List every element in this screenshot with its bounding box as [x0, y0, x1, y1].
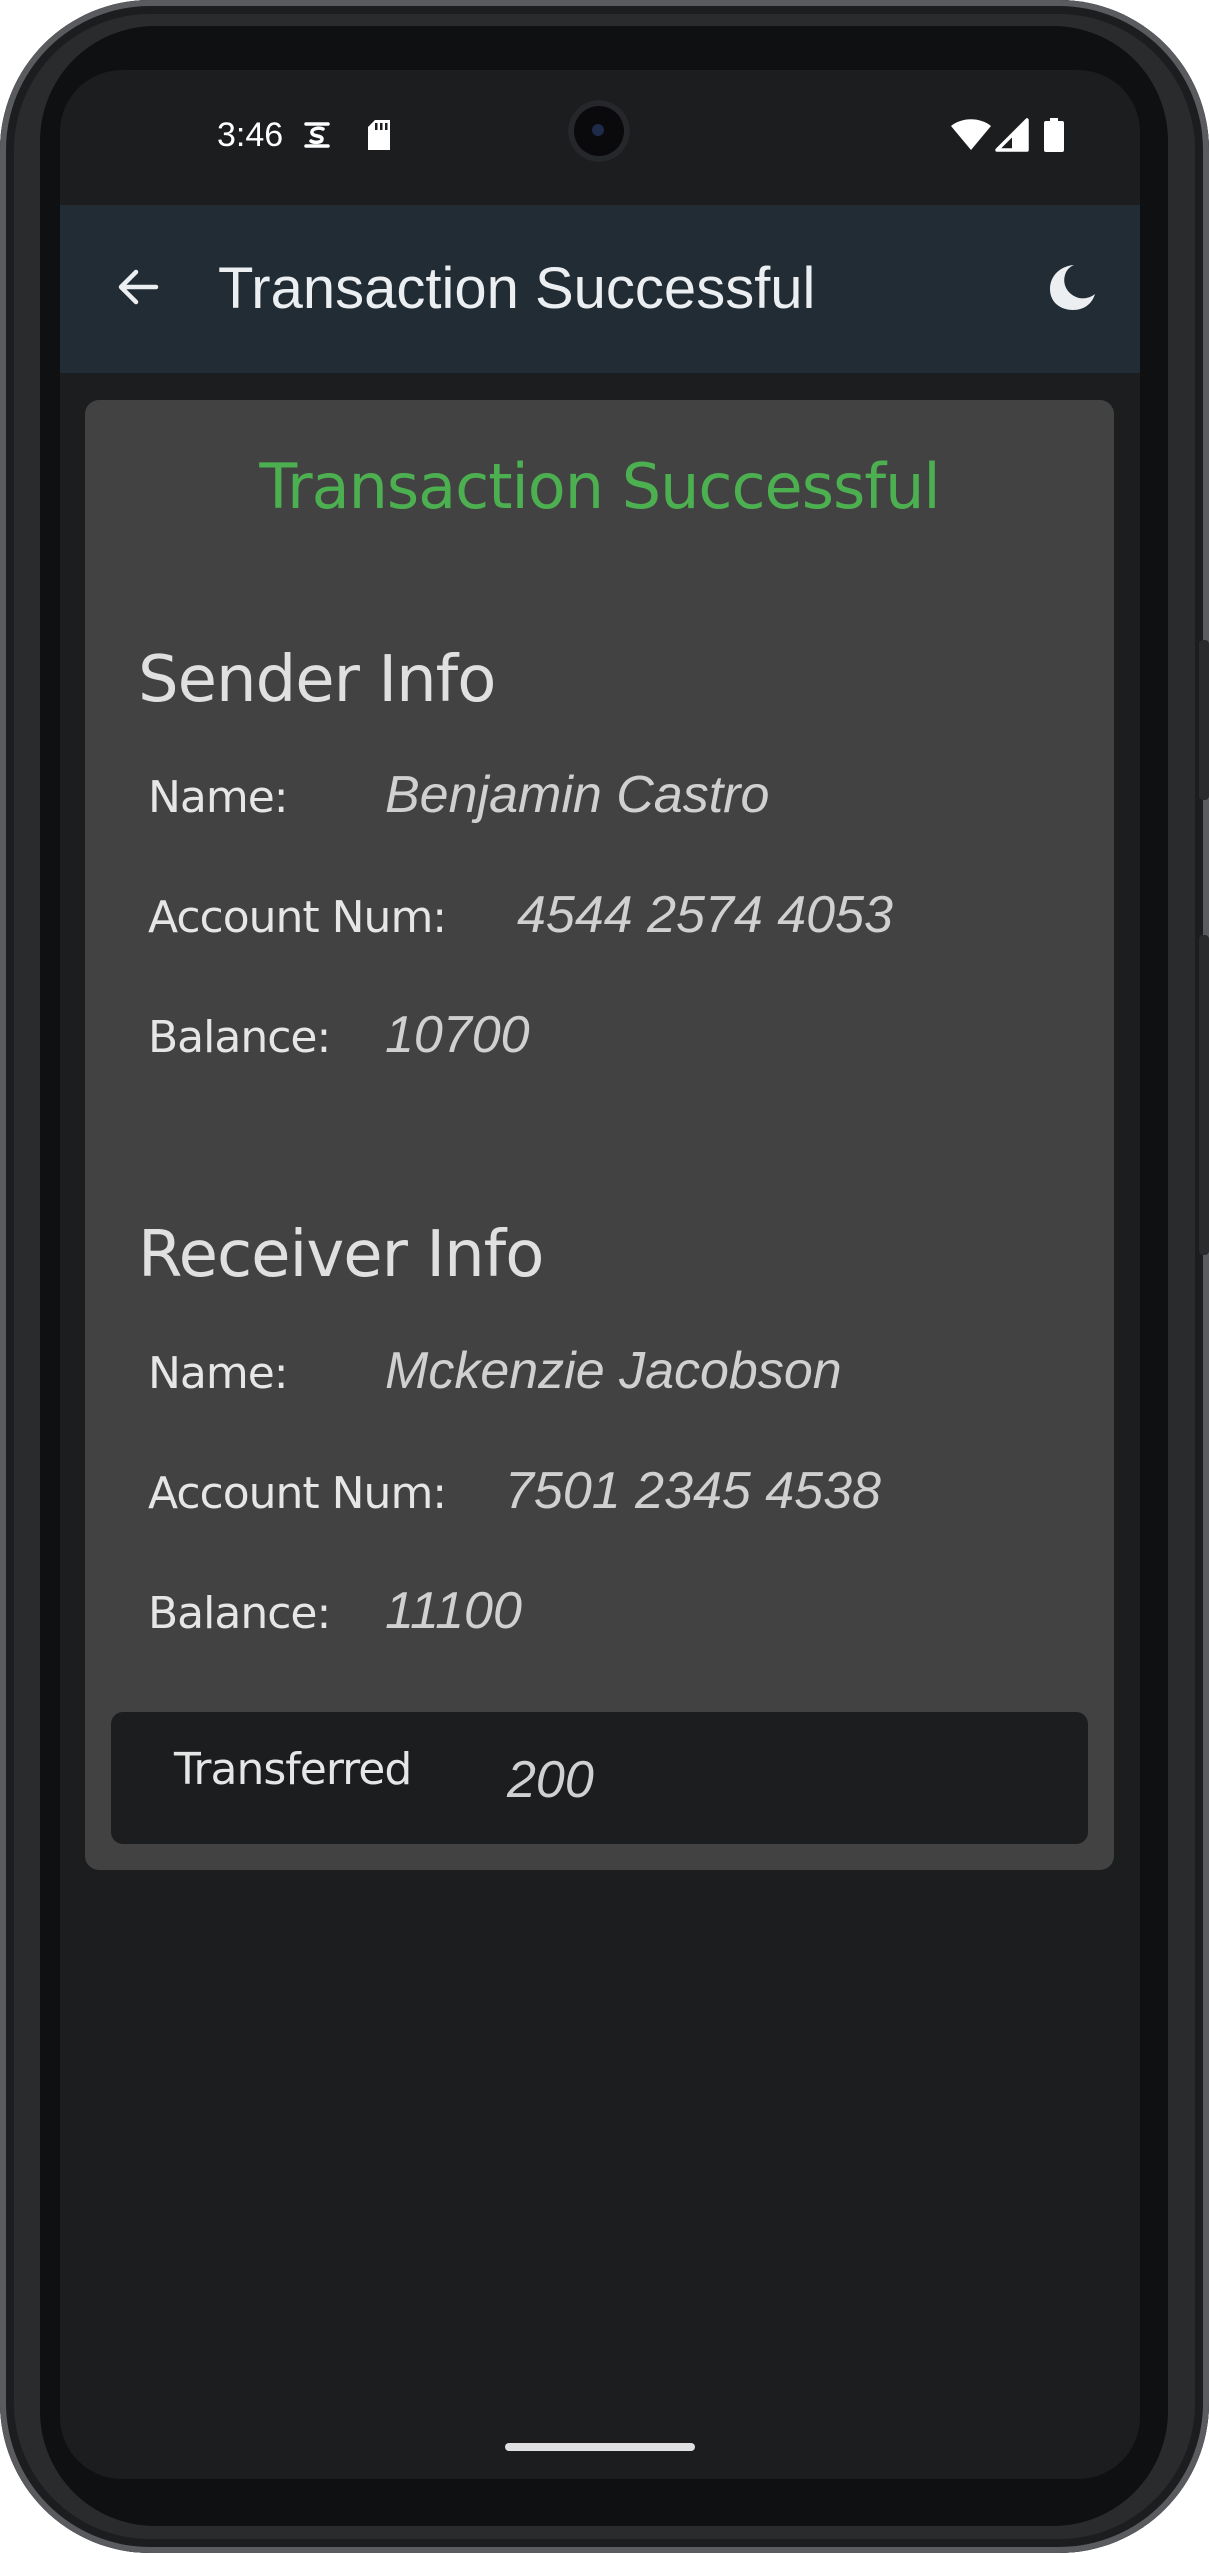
sim-toolkit-icon	[302, 118, 332, 152]
sd-card-icon	[366, 118, 392, 152]
receiver-name-value: Mckenzie Jacobson	[385, 1342, 842, 1400]
arrow-left-icon	[114, 263, 162, 316]
home-gesture-bar[interactable]	[505, 2443, 695, 2451]
sender-account-label: Account Num:	[148, 892, 447, 943]
status-bar: 3:46	[60, 70, 1140, 205]
sender-name-value: Benjamin Castro	[385, 766, 770, 824]
status-time: 3:46	[217, 116, 284, 154]
receiver-section-title: Receiver Info	[138, 1218, 544, 1292]
transferred-value: 200	[507, 1751, 594, 1809]
sender-name-label: Name:	[148, 772, 289, 823]
receiver-account-value: 7501 2345 4538	[505, 1462, 881, 1520]
transaction-status-heading: Transaction Successful	[259, 450, 940, 523]
receiver-account-label: Account Num:	[148, 1468, 447, 1519]
receiver-name-label: Name:	[148, 1348, 289, 1399]
sender-account-value: 4544 2574 4053	[517, 886, 893, 944]
moon-icon	[1046, 261, 1098, 318]
volume-button	[1199, 935, 1209, 1255]
sender-balance-value: 10700	[385, 1006, 530, 1064]
transaction-card: Transaction Successful Sender Info Name:…	[85, 400, 1114, 1870]
transferred-amount-box: Transferred 200	[111, 1712, 1088, 1844]
sender-balance-label: Balance:	[148, 1012, 331, 1063]
transferred-label: Transferred	[174, 1744, 412, 1795]
screen: 3:46 Transaction Successful Transaction …	[60, 70, 1140, 2479]
app-bar: Transaction Successful	[60, 205, 1140, 373]
phone-frame: 3:46 Transaction Successful Transaction …	[0, 0, 1209, 2553]
back-button[interactable]	[98, 249, 178, 329]
receiver-balance-value: 11100	[385, 1582, 522, 1640]
cellular-signal-icon	[995, 118, 1029, 152]
sender-section-title: Sender Info	[138, 643, 496, 717]
battery-icon	[1043, 118, 1065, 152]
power-button	[1199, 640, 1209, 800]
front-camera	[568, 100, 630, 162]
wifi-icon	[950, 118, 992, 152]
app-bar-title: Transaction Successful	[218, 256, 816, 321]
theme-toggle-button[interactable]	[1032, 249, 1112, 329]
receiver-balance-label: Balance:	[148, 1588, 331, 1639]
